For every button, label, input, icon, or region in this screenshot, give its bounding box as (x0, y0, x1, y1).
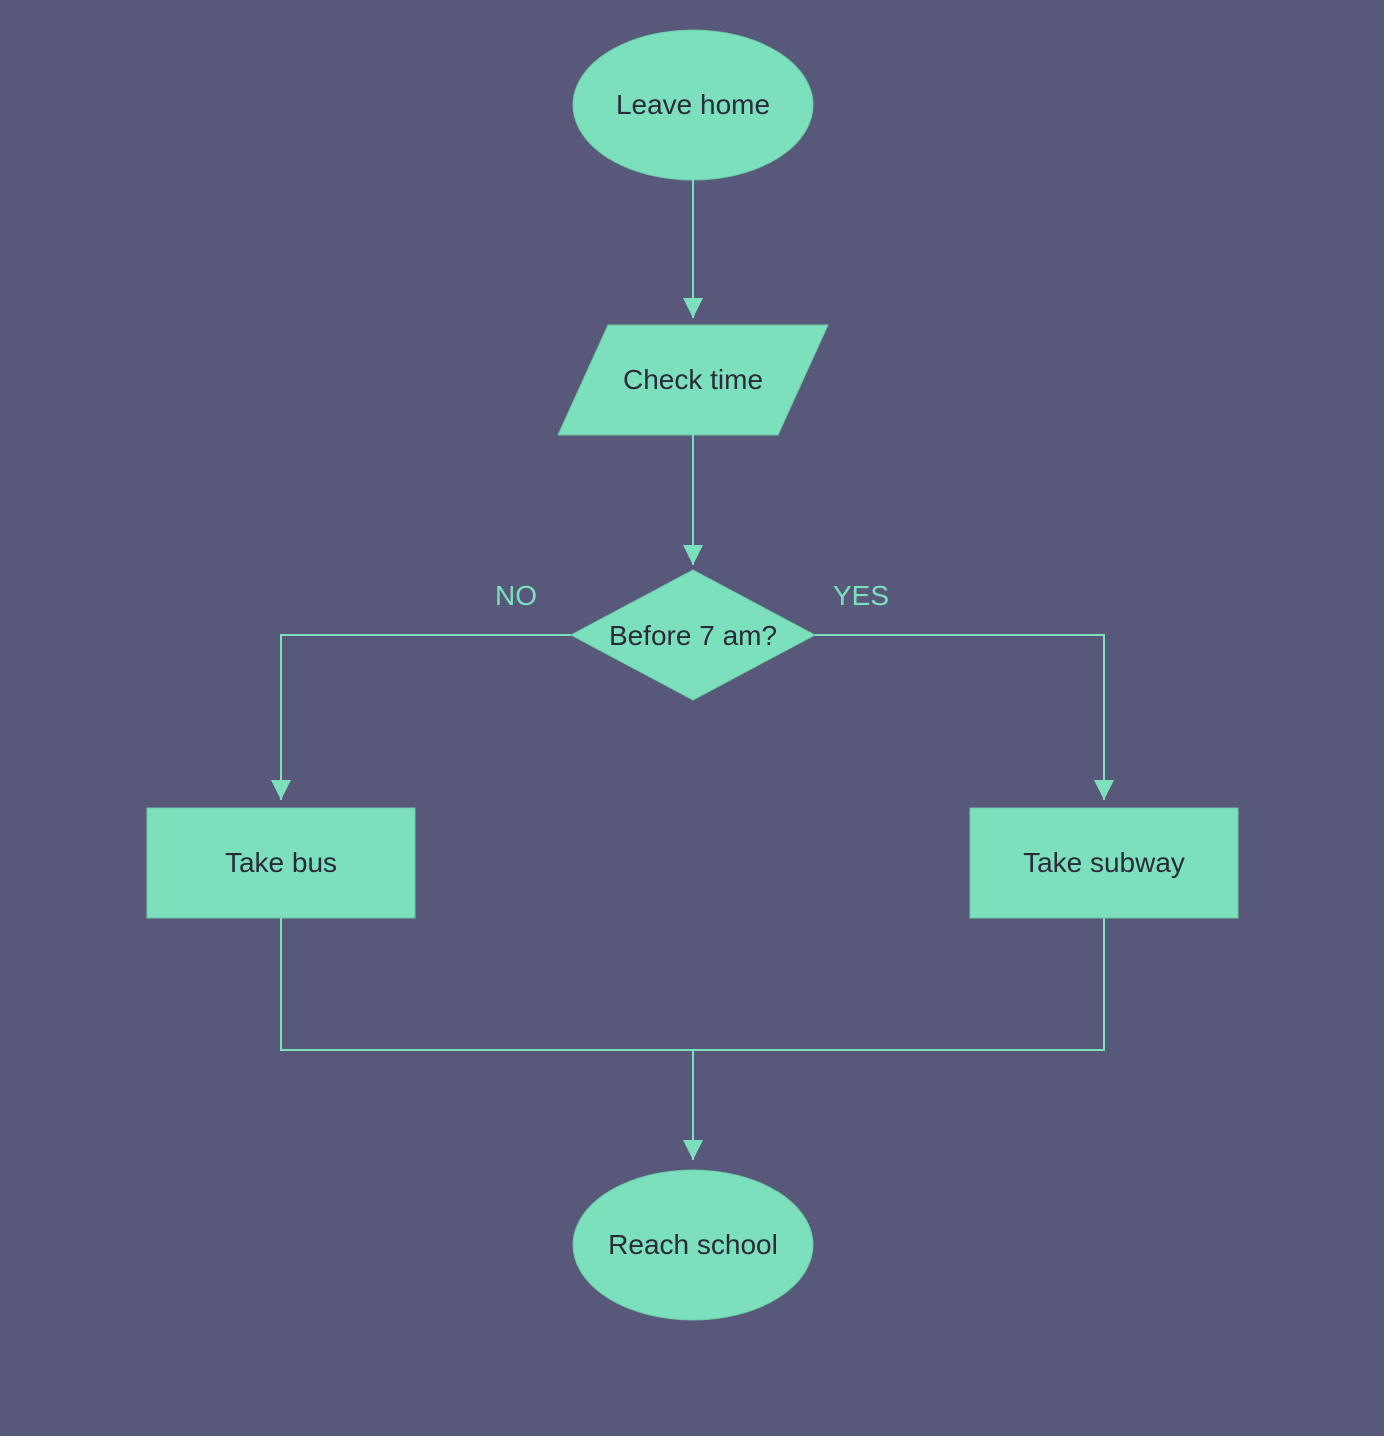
arrow-decision-yes (815, 635, 1104, 800)
take-subway-label: Take subway (970, 828, 1238, 898)
end-label: Reach school (573, 1210, 813, 1280)
decision-label: Before 7 am? (573, 603, 813, 668)
yes-label: YES (833, 580, 889, 612)
start-label: Leave home (573, 70, 813, 140)
check-time-label: Check time (573, 345, 813, 415)
arrow-bus-to-merge (281, 918, 693, 1050)
arrow-subway-to-merge (693, 918, 1104, 1050)
no-label: NO (495, 580, 537, 612)
arrow-decision-no (281, 635, 571, 800)
take-bus-label: Take bus (147, 828, 415, 898)
